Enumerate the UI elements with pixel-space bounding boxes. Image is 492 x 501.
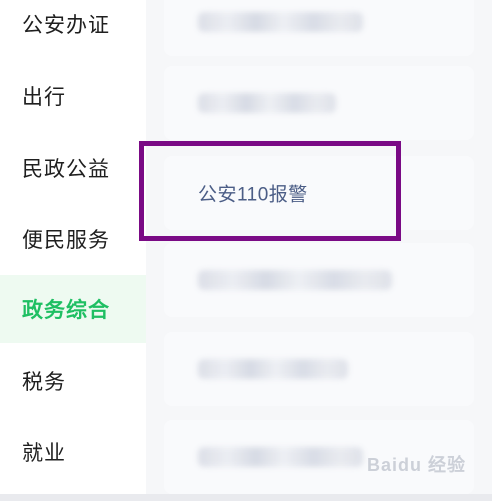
- sidebar-item-label: 就业: [22, 442, 66, 465]
- service-card[interactable]: [164, 332, 474, 406]
- sidebar-item-public-security-certificates[interactable]: 公安办证: [0, 0, 146, 56]
- bottom-divider: [0, 494, 492, 501]
- sidebar-item-label: 民政公益: [22, 158, 110, 181]
- service-card[interactable]: [164, 0, 474, 56]
- sidebar-item-label: 公安办证: [22, 14, 110, 37]
- sidebar-item-label: 便民服务: [22, 229, 110, 252]
- sidebar-item-employment[interactable]: 就业: [0, 420, 146, 484]
- blurred-service-label: [198, 270, 392, 290]
- sidebar-item-government-affairs[interactable]: 政务综合: [0, 275, 146, 343]
- sidebar-item-convenience-services[interactable]: 便民服务: [0, 207, 146, 271]
- baidu-jingyan-watermark: Baidu 经验: [366, 455, 466, 475]
- blurred-service-label: [198, 12, 363, 32]
- service-card[interactable]: [164, 66, 474, 140]
- service-card-label: 公安110报警: [198, 184, 308, 206]
- sidebar-item-civil-affairs[interactable]: 民政公益: [0, 136, 146, 200]
- sidebar-item-travel[interactable]: 出行: [0, 64, 146, 128]
- sidebar-item-label: 政务综合: [22, 299, 110, 322]
- service-card-police-110[interactable]: 公安110报警: [164, 156, 474, 230]
- category-sidebar: 公安办证 出行 民政公益 便民服务 政务综合 税务 就业: [0, 0, 146, 494]
- blurred-service-label: [198, 359, 348, 379]
- service-card[interactable]: [164, 243, 474, 317]
- blurred-service-label: [198, 93, 336, 113]
- sidebar-item-label: 税务: [22, 371, 66, 394]
- blurred-service-label: [198, 447, 363, 467]
- sidebar-item-taxation[interactable]: 税务: [0, 349, 146, 413]
- service-list: 公安110报警: [146, 0, 492, 494]
- sidebar-item-label: 出行: [22, 86, 66, 109]
